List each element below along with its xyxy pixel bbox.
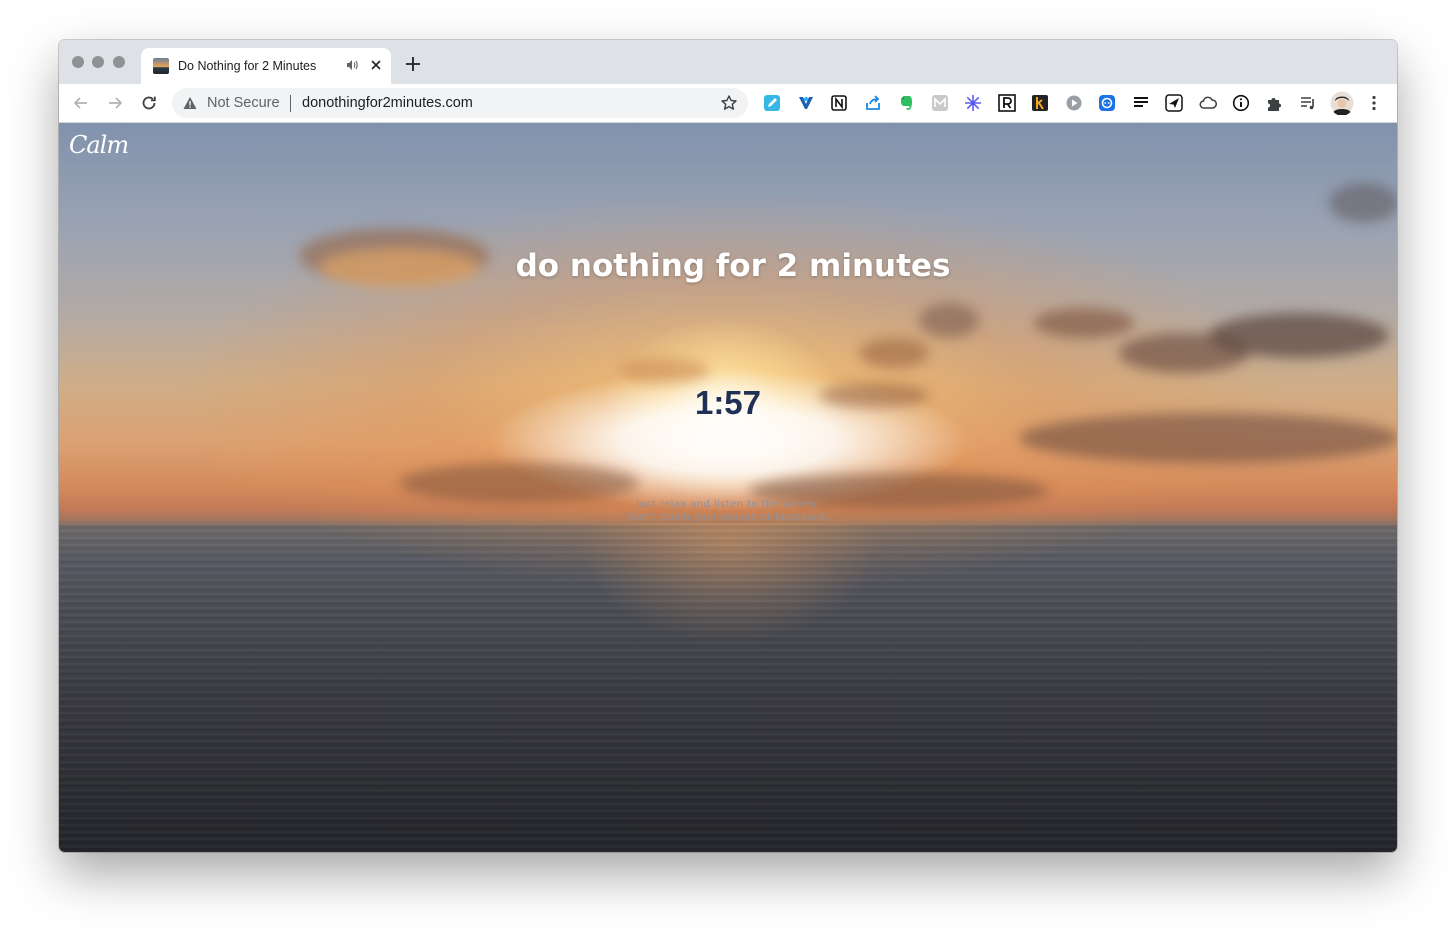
browser-toolbar: Not Secure donothingfor2minutes.com <box>59 84 1397 123</box>
url-text[interactable]: donothingfor2minutes.com <box>302 95 473 111</box>
address-bar[interactable]: Not Secure donothingfor2minutes.com <box>172 88 748 118</box>
cloud-icon[interactable] <box>1199 94 1217 112</box>
back-arrow-icon[interactable] <box>72 94 90 112</box>
cloud-shape <box>1209 313 1389 358</box>
forward-arrow-icon[interactable] <box>106 94 124 112</box>
speaker-icon[interactable] <box>344 57 360 73</box>
send-icon[interactable] <box>1165 94 1183 112</box>
zoom-window-button[interactable] <box>113 56 125 68</box>
cloud-shape <box>1034 308 1134 338</box>
minimize-window-button[interactable] <box>92 56 104 68</box>
warning-icon[interactable] <box>182 95 198 111</box>
bookmark-star-icon[interactable] <box>720 94 738 112</box>
share-icon[interactable] <box>864 94 882 112</box>
avatar[interactable] <box>1330 91 1354 115</box>
tab-favicon-icon <box>153 58 169 74</box>
cloud-shape <box>919 303 979 338</box>
hint-line-1: Just relax and listen to the waves. <box>636 499 820 510</box>
reading-list-icon[interactable] <box>1299 94 1317 112</box>
page-viewport: Calm do nothing for 2 minutes 1:57 Just … <box>59 123 1397 852</box>
omnibox-divider <box>290 95 291 112</box>
more-icon[interactable] <box>1365 94 1383 112</box>
cloud-shape <box>399 463 639 503</box>
tab-title: Do Nothing for 2 Minutes <box>178 59 317 73</box>
hint-line-2: Don't touch your mouse or keyboard. <box>627 512 829 523</box>
vee-icon[interactable] <box>797 94 815 112</box>
cloud-shape <box>619 358 709 383</box>
chat-icon[interactable] <box>1098 94 1116 112</box>
evernote-icon[interactable] <box>897 94 915 112</box>
lines-icon[interactable] <box>1132 94 1150 112</box>
puzzle-icon[interactable] <box>1265 94 1283 112</box>
pencil-icon[interactable] <box>763 94 781 112</box>
security-label[interactable]: Not Secure <box>207 95 280 111</box>
info-icon[interactable] <box>1232 94 1250 112</box>
record-icon[interactable] <box>1065 94 1083 112</box>
snowflake-icon[interactable] <box>964 94 982 112</box>
m-icon[interactable] <box>931 94 949 112</box>
calm-logo[interactable]: Calm <box>69 131 129 159</box>
ocean-waves <box>59 523 1397 852</box>
new-tab-icon[interactable] <box>403 54 423 74</box>
close-window-button[interactable] <box>72 56 84 68</box>
page-headline: do nothing for 2 minutes <box>515 248 951 284</box>
tab-strip: Do Nothing for 2 Minutes <box>59 40 1397 84</box>
cloud-shape <box>859 338 929 368</box>
cloud-shape <box>1329 183 1397 223</box>
close-tab-icon[interactable] <box>368 57 384 73</box>
countdown-timer: 1:57 <box>694 384 762 421</box>
notion-icon[interactable] <box>830 94 848 112</box>
k-icon[interactable] <box>1031 94 1049 112</box>
reload-icon[interactable] <box>140 94 158 112</box>
tab-active[interactable]: Do Nothing for 2 Minutes <box>141 48 391 84</box>
r-icon[interactable] <box>998 94 1016 112</box>
browser-window: Do Nothing for 2 Minutes Not Secure dono… <box>59 40 1397 852</box>
